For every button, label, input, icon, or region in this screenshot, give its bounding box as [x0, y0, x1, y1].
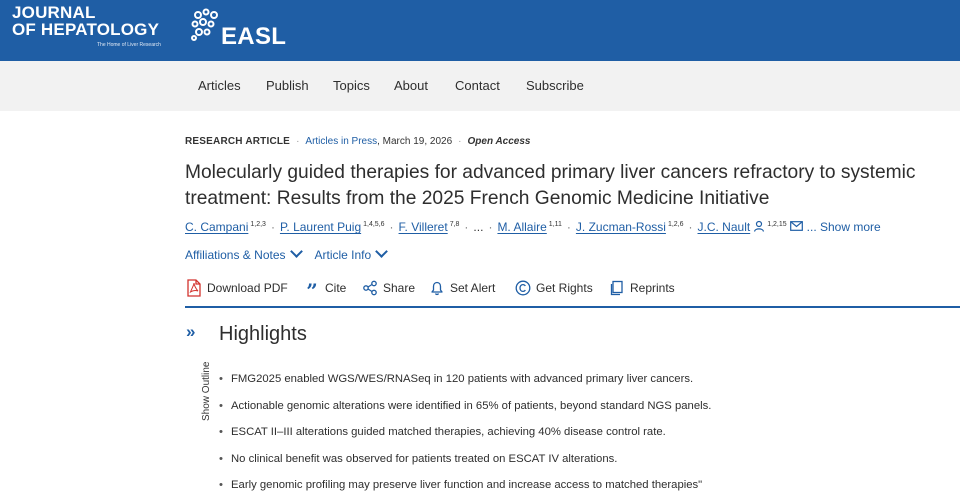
meta-separator: · — [296, 136, 300, 147]
show-outline-toggle[interactable]: Show Outline — [201, 362, 215, 421]
reprints-label: Reprints — [630, 281, 675, 295]
set-alert-label: Set Alert — [450, 281, 496, 295]
author-link[interactable]: M. Allaire — [497, 220, 546, 234]
author-separator: · — [464, 220, 469, 234]
site-header: JOURNAL OF HEPATOLOGY The Home of Liver … — [0, 0, 960, 61]
download-pdf-label: Download PDF — [207, 281, 288, 295]
share-icon — [361, 279, 379, 297]
article-info-links: Affiliations & Notes Article Info — [185, 245, 400, 262]
get-rights-button[interactable]: Get Rights — [514, 279, 593, 297]
nav-about[interactable]: About — [394, 78, 428, 93]
highlights-heading: Highlights — [219, 323, 307, 345]
highlight-item: Actionable genomic alterations were iden… — [219, 393, 919, 420]
reprints-icon — [608, 279, 626, 297]
meta-separator: · — [458, 136, 462, 147]
author-separator: · — [688, 220, 693, 234]
article-info-toggle[interactable]: Article Info — [315, 248, 372, 262]
reprints-button[interactable]: Reprints — [608, 279, 675, 297]
articles-in-press-link[interactable]: Articles in Press — [305, 136, 377, 147]
easl-emblem-icon — [191, 8, 218, 41]
nav-subscribe[interactable]: Subscribe — [526, 78, 584, 93]
nav-topics[interactable]: Topics — [333, 78, 370, 93]
main-nav: Articles Publish Topics About Contact Su… — [0, 78, 960, 96]
author-separator: · — [389, 220, 394, 234]
authors-ellipsis: ... — [473, 220, 484, 234]
article-meta: RESEARCH ARTICLE · Articles in Press, Marc… — [185, 136, 531, 147]
author-link[interactable]: F. Villeret — [399, 220, 448, 234]
nav-contact[interactable]: Contact — [455, 78, 500, 93]
author-link[interactable]: J. Zucman-Rossi — [576, 220, 666, 234]
author-separator: · — [566, 220, 571, 234]
author-affiliation-sup: 1,2,15 — [767, 221, 787, 228]
author-affiliation-sup: 1,2,3 — [250, 221, 266, 228]
cite-button[interactable]: ” Cite — [303, 279, 347, 303]
bell-icon — [428, 279, 446, 297]
author-separator: · — [270, 220, 275, 234]
quote-icon: ” — [306, 279, 318, 303]
affiliations-toggle[interactable]: Affiliations & Notes — [185, 248, 286, 262]
pdf-icon — [185, 279, 203, 297]
set-alert-button[interactable]: Set Alert — [428, 279, 495, 297]
nav-publish[interactable]: Publish — [266, 78, 309, 93]
share-label: Share — [383, 281, 416, 295]
email-icon[interactable] — [789, 221, 803, 231]
get-rights-label: Get Rights — [536, 281, 593, 295]
highlight-item: ESCAT II–III alterations guided matched … — [219, 419, 919, 446]
show-more-authors-link[interactable]: ... Show more — [807, 220, 881, 234]
highlight-item: FMG2025 enabled WGS/WES/RNASeq in 120 pa… — [219, 366, 919, 393]
author-affiliation-sup: 7,8 — [449, 221, 460, 228]
download-pdf-button[interactable]: Download PDF — [185, 279, 288, 297]
author-affiliation-sup: 1,11 — [548, 221, 562, 228]
author-link[interactable]: C. Campani — [185, 220, 248, 234]
author-list: C. Campani 1,2,3 · P. Laurent Puig 1,4,5,6 · F… — [185, 220, 881, 234]
easl-logo[interactable]: EASL — [190, 8, 290, 50]
journal-logo-line1: JOURNAL — [12, 3, 96, 22]
journal-logo-line2: OF HEPATOLOGY — [12, 20, 160, 39]
cite-label: Cite — [325, 281, 347, 295]
author-affiliation-sup: 1,2,6 — [667, 221, 684, 228]
publication-date: March 19, 2026 — [382, 136, 453, 147]
author-affiliation-sup: 1,4,5,6 — [363, 221, 385, 228]
highlights-list: FMG2025 enabled WGS/WES/RNASeq in 120 pa… — [219, 366, 919, 499]
article-title: Molecularly guided therapies for advance… — [185, 162, 916, 209]
share-button[interactable]: Share — [361, 279, 415, 297]
person-icon — [754, 220, 765, 232]
author-separator: · — [488, 220, 493, 234]
double-chevron-right-icon[interactable]: » — [186, 322, 196, 342]
toolbar-divider — [185, 306, 960, 308]
journal-tagline: The Home of Liver Research — [97, 42, 161, 48]
easl-logo-text: EASL — [221, 23, 287, 50]
article-type: RESEARCH ARTICLE — [185, 136, 291, 147]
author-link[interactable]: J.C. Nault — [698, 220, 751, 234]
copyright-icon — [514, 279, 532, 297]
journal-logo[interactable]: JOURNAL OF HEPATOLOGY — [12, 4, 159, 38]
highlight-item: No clinical benefit was observed for pat… — [219, 446, 919, 473]
chevron-down-icon[interactable] — [289, 245, 303, 258]
nav-articles[interactable]: Articles — [198, 78, 241, 93]
chevron-down-icon[interactable] — [375, 245, 389, 258]
open-access-badge: Open Access — [467, 136, 531, 147]
author-link[interactable]: P. Laurent Puig — [280, 220, 361, 234]
